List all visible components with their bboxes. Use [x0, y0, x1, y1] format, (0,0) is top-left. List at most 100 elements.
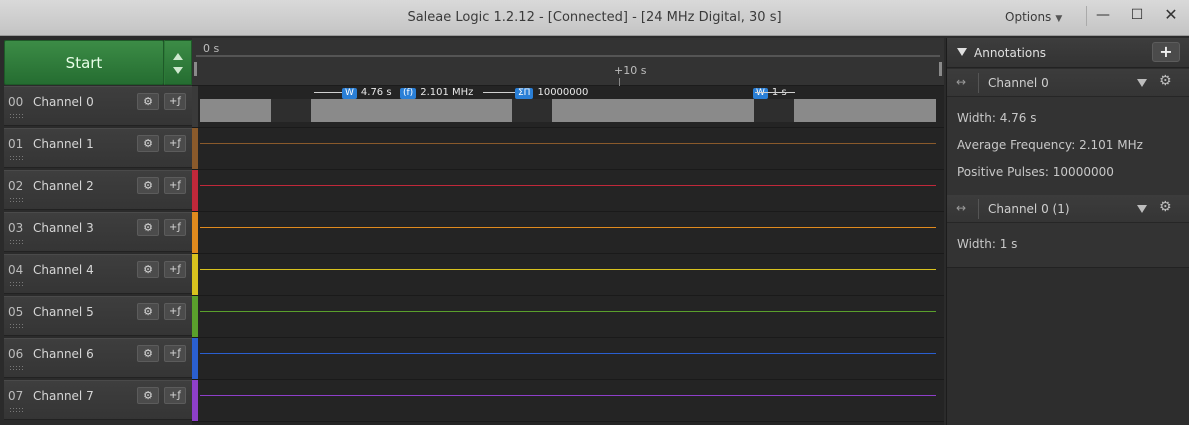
- maximize-button[interactable]: ☐: [1122, 4, 1152, 28]
- frequency-tag: (f): [400, 88, 417, 99]
- channel-row-7: 07 Channel 7 ⚙ +ƒ: [4, 380, 192, 420]
- channel-row-4: 04 Channel 4 ⚙ +ƒ: [4, 254, 192, 294]
- channel-settings-button[interactable]: ⚙: [137, 261, 159, 278]
- options-menu[interactable]: Options ▼: [1005, 10, 1062, 24]
- signal-low-pulse: [271, 99, 311, 122]
- measure-line: [483, 92, 518, 93]
- channel-row-5: 05 Channel 5 ⚙ +ƒ: [4, 296, 192, 336]
- time-start-label: 0 s: [203, 42, 220, 55]
- trigger-button[interactable]: +ƒ: [164, 387, 186, 404]
- trigger-button[interactable]: +ƒ: [164, 303, 186, 320]
- channel-color-bar: [192, 170, 198, 211]
- channel-number: 00: [8, 95, 24, 109]
- time-tick: [619, 78, 620, 86]
- channel-name[interactable]: Channel 4: [33, 263, 94, 277]
- channel-row-6: 06 Channel 6 ⚙ +ƒ: [4, 338, 192, 378]
- annotation-channel-name: Channel 0 (1): [988, 202, 1070, 216]
- channel-number: 06: [8, 347, 24, 361]
- range-icon: ↔: [956, 201, 967, 215]
- channel-color-bar: [192, 380, 198, 421]
- drag-handle-icon[interactable]: [9, 239, 23, 245]
- annotation-group-header: ↔ Channel 0 ⚙: [947, 69, 1189, 97]
- width-measurement-2[interactable]: W1 s: [753, 87, 795, 99]
- channel-4-waveform[interactable]: [192, 254, 944, 296]
- channel-name[interactable]: Channel 2: [33, 179, 94, 193]
- pulse-count-tag: ΣΠ: [515, 88, 534, 99]
- trigger-button[interactable]: +ƒ: [164, 345, 186, 362]
- drag-handle-icon[interactable]: [9, 113, 23, 119]
- right-scroll-handle[interactable]: [939, 62, 942, 76]
- start-options-stepper[interactable]: [164, 40, 192, 85]
- channel-name[interactable]: Channel 6: [33, 347, 94, 361]
- channel-name[interactable]: Channel 5: [33, 305, 94, 319]
- trigger-button[interactable]: +ƒ: [164, 135, 186, 152]
- pulse-count-value: 10000000: [537, 87, 589, 98]
- left-scroll-handle[interactable]: [194, 62, 197, 76]
- close-button[interactable]: ✕: [1156, 4, 1186, 28]
- channel-name[interactable]: Channel 7: [33, 389, 94, 403]
- trigger-button[interactable]: +ƒ: [164, 219, 186, 236]
- time-ruler[interactable]: 0 s +10 s: [192, 38, 944, 86]
- channel-name[interactable]: Channel 1: [33, 137, 94, 151]
- channel-row-2: 02 Channel 2 ⚙ +ƒ: [4, 170, 192, 210]
- chevron-down-icon[interactable]: [1137, 205, 1147, 213]
- channel-settings-button[interactable]: ⚙: [137, 177, 159, 194]
- signal-line: [200, 185, 936, 186]
- collapse-icon[interactable]: [957, 48, 967, 56]
- annotation-line: Width: 4.76 s: [957, 111, 1037, 125]
- measure-line: [314, 92, 342, 93]
- channel-2-waveform[interactable]: [192, 170, 944, 212]
- signal-line: [200, 353, 936, 354]
- channel-color-bar: [192, 212, 198, 253]
- drag-handle-icon[interactable]: [9, 365, 23, 371]
- annotation-group: ↔ Channel 0 ⚙ Width: 4.76 s Average Freq…: [947, 69, 1189, 199]
- drag-handle-icon[interactable]: [9, 323, 23, 329]
- minimize-button[interactable]: —: [1088, 4, 1118, 28]
- add-annotation-button[interactable]: +: [1152, 42, 1180, 62]
- frequency-measurement[interactable]: (f) 2.101 MHz: [400, 87, 518, 99]
- channel-settings-button[interactable]: ⚙: [137, 135, 159, 152]
- width-measurement[interactable]: W 4.76 s: [312, 87, 392, 99]
- drag-handle-icon[interactable]: [9, 197, 23, 203]
- chevron-down-icon: ▼: [1055, 14, 1063, 24]
- arrow-down-icon: [173, 67, 183, 74]
- trigger-button[interactable]: +ƒ: [164, 93, 186, 110]
- gear-icon[interactable]: ⚙: [1159, 73, 1172, 89]
- divider: [978, 73, 979, 93]
- channel-6-waveform[interactable]: [192, 338, 944, 380]
- channel-settings-button[interactable]: ⚙: [137, 219, 159, 236]
- channel-5-waveform[interactable]: [192, 296, 944, 338]
- drag-handle-icon[interactable]: [9, 281, 23, 287]
- title-bar: Saleae Logic 1.2.12 - [Connected] - [24 …: [0, 0, 1189, 36]
- signal-line: [200, 395, 936, 396]
- channel-settings-button[interactable]: ⚙: [137, 387, 159, 404]
- trigger-button[interactable]: +ƒ: [164, 177, 186, 194]
- channel-settings-button[interactable]: ⚙: [137, 303, 159, 320]
- channel-3-waveform[interactable]: [192, 212, 944, 254]
- width-tag: W: [753, 88, 768, 99]
- trigger-button[interactable]: +ƒ: [164, 261, 186, 278]
- measure-line: [755, 92, 795, 93]
- chevron-down-icon[interactable]: [1137, 79, 1147, 87]
- channel-settings-button[interactable]: ⚙: [137, 345, 159, 362]
- channel-name[interactable]: Channel 0: [33, 95, 94, 109]
- drag-handle-icon[interactable]: [9, 155, 23, 161]
- drag-handle-icon[interactable]: [9, 407, 23, 413]
- annotations-panel: Annotations + ↔ Channel 0 ⚙ Width: 4.76 …: [946, 38, 1189, 425]
- channel-number: 01: [8, 137, 24, 151]
- width-tag: W: [342, 88, 357, 99]
- channel-1-waveform[interactable]: [192, 128, 944, 170]
- start-button[interactable]: Start: [4, 40, 164, 85]
- time-mark-label: +10 s: [614, 64, 647, 77]
- gear-icon[interactable]: ⚙: [1159, 199, 1172, 215]
- channel-7-waveform[interactable]: [192, 380, 944, 422]
- pulse-count-measurement[interactable]: ΣΠ 10000000: [515, 87, 588, 99]
- annotations-header[interactable]: Annotations +: [947, 38, 1189, 68]
- channel-color-bar: [192, 338, 198, 379]
- channel-settings-button[interactable]: ⚙: [137, 93, 159, 110]
- annotation-line: Average Frequency: 2.101 MHz: [957, 138, 1143, 152]
- channel-0-waveform[interactable]: W4.76 s (f)2.101 MHz ΣΠ10000000 W1 s: [192, 86, 944, 128]
- waveform-area[interactable]: 0 s +10 s W 4.76 s (f) 2.101 MHz ΣΠ 1000000…: [192, 38, 944, 425]
- timeline-scrollbar[interactable]: [196, 55, 940, 57]
- channel-name[interactable]: Channel 3: [33, 221, 94, 235]
